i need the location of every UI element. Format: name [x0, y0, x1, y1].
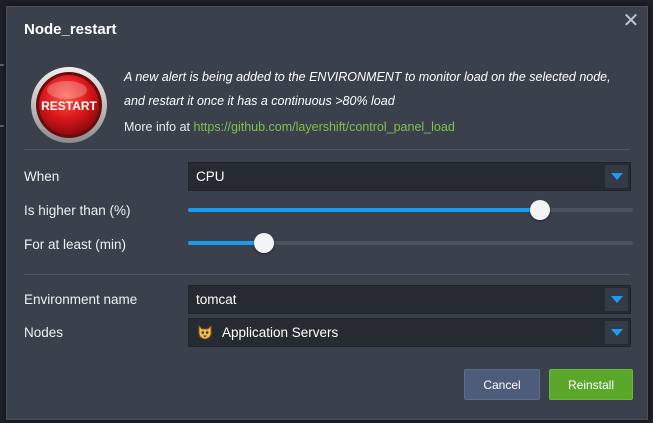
node-restart-dialog: Node_restart ✕ RESTART A new alert is be… — [6, 6, 648, 420]
when-value: CPU — [196, 169, 225, 184]
when-select[interactable]: CPU — [188, 162, 631, 191]
restart-button-icon: RESTART — [31, 67, 107, 143]
divider — [24, 149, 630, 150]
slider-thumb[interactable] — [529, 200, 550, 220]
backdrop-mark — [0, 125, 4, 127]
divider — [24, 274, 630, 275]
higher-than-label: Is higher than (%) — [24, 203, 131, 218]
environment-name-label: Environment name — [24, 292, 138, 307]
environment-name-select[interactable]: tomcat — [188, 285, 631, 314]
chevron-down-icon[interactable] — [605, 321, 628, 344]
higher-than-slider[interactable] — [188, 200, 633, 220]
more-info-prefix: More info at — [124, 120, 191, 134]
slider-fill — [188, 241, 264, 245]
when-label: When — [24, 169, 60, 184]
chevron-down-icon[interactable] — [605, 288, 628, 311]
cancel-button[interactable]: Cancel — [464, 369, 540, 400]
more-info: More info at https://github.com/layershi… — [124, 120, 455, 134]
tomcat-icon — [198, 324, 212, 340]
backdrop-mark — [0, 64, 4, 66]
close-icon[interactable]: ✕ — [621, 11, 641, 31]
nodes-select[interactable]: Application Servers — [188, 318, 631, 347]
dialog-title: Node_restart — [24, 21, 117, 38]
nodes-value: Application Servers — [222, 325, 339, 340]
github-link[interactable]: https://github.com/layershift/control_pa… — [194, 120, 455, 134]
for-at-least-slider[interactable] — [188, 233, 633, 253]
chevron-down-icon[interactable] — [605, 165, 628, 188]
alert-description: A new alert is being added to the ENVIRO… — [124, 70, 611, 108]
reinstall-button[interactable]: Reinstall — [549, 369, 633, 400]
slider-fill — [188, 208, 540, 212]
nodes-label: Nodes — [24, 325, 64, 340]
for-at-least-label: For at least (min) — [24, 237, 127, 252]
restart-icon-text: RESTART — [41, 99, 97, 113]
slider-thumb[interactable] — [253, 233, 274, 253]
environment-name-value: tomcat — [196, 292, 237, 307]
